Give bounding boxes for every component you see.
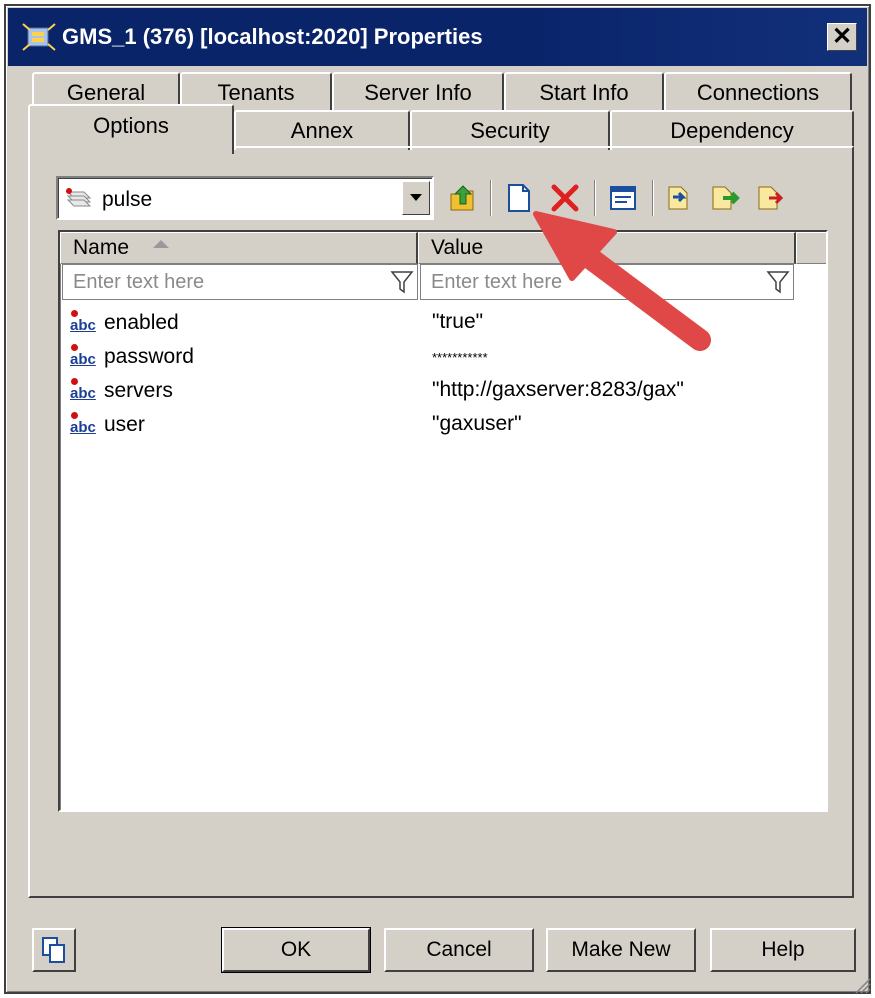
import-button[interactable] xyxy=(660,178,698,218)
table-row[interactable]: abc servers "http://gaxserver:8283/gax" xyxy=(60,374,826,408)
tab-label: General xyxy=(66,80,146,105)
column-header-name[interactable]: Name xyxy=(60,232,418,264)
tab-label: Security xyxy=(470,118,550,143)
resize-grip-icon[interactable] xyxy=(851,974,871,994)
tab-options[interactable]: Options xyxy=(28,104,234,154)
window-title: GMS_1 (376) [localhost:2020] Properties xyxy=(62,24,483,49)
table-row[interactable]: abc password *********** xyxy=(60,340,826,374)
tab-start-info[interactable]: Start Info xyxy=(504,72,664,112)
option-value: "gaxuser" xyxy=(432,412,522,435)
option-value: "http://gaxserver:8283/gax" xyxy=(432,378,684,401)
sort-ascending-icon xyxy=(153,240,169,248)
export-icon xyxy=(712,186,740,210)
new-option-button[interactable] xyxy=(500,178,538,218)
tab-security[interactable]: Security xyxy=(410,110,610,150)
toolbar-separator xyxy=(652,180,654,216)
value-filter-input[interactable]: Enter text here xyxy=(420,264,794,300)
close-button[interactable]: ✕ xyxy=(827,23,857,51)
tab-dependency[interactable]: Dependency xyxy=(610,110,854,150)
section-combo[interactable]: pulse xyxy=(56,176,434,220)
ok-button[interactable]: OK xyxy=(221,927,371,973)
string-option-icon: abc xyxy=(70,344,100,370)
options-grid: Name Value Enter text here Enter text he… xyxy=(58,230,828,812)
tab-label: Start Info xyxy=(539,80,629,105)
export-red-icon xyxy=(758,186,784,210)
button-label: Cancel xyxy=(426,938,492,961)
close-icon: ✕ xyxy=(831,23,853,50)
option-name: enabled xyxy=(104,311,179,334)
delete-option-button[interactable] xyxy=(546,178,584,218)
table-row[interactable]: abc user "gaxuser" xyxy=(60,408,826,442)
filter-placeholder: Enter text here xyxy=(431,271,563,293)
export-alt-button[interactable] xyxy=(752,178,790,218)
option-name: password xyxy=(104,345,194,368)
tab-label: Dependency xyxy=(670,118,794,143)
title-bar[interactable]: GMS_1 (376) [localhost:2020] Properties … xyxy=(8,8,867,66)
name-filter-input[interactable]: Enter text here xyxy=(62,264,418,300)
filter-funnel-icon[interactable] xyxy=(766,269,790,295)
column-header-label: Name xyxy=(73,236,130,259)
combo-dropdown-button[interactable] xyxy=(402,181,430,215)
export-button[interactable] xyxy=(706,178,744,218)
copy-button[interactable] xyxy=(32,928,76,972)
edit-properties-button[interactable] xyxy=(604,178,642,218)
copy-icon xyxy=(42,937,65,963)
filter-funnel-icon[interactable] xyxy=(390,269,414,295)
delete-icon xyxy=(551,184,579,212)
import-icon xyxy=(668,186,688,210)
chevron-down-icon xyxy=(410,194,422,201)
option-value: *********** xyxy=(432,350,488,365)
up-folder-icon xyxy=(450,185,474,211)
column-header-spacer xyxy=(796,232,826,264)
button-label: Make New xyxy=(571,938,671,961)
tab-annex[interactable]: Annex xyxy=(234,110,410,150)
toolbar-separator xyxy=(594,180,596,216)
toolbar-separator xyxy=(490,180,492,216)
tab-server-info[interactable]: Server Info xyxy=(332,72,504,112)
section-value: pulse xyxy=(102,188,153,211)
up-folder-button[interactable] xyxy=(444,178,482,218)
options-list: abc enabled "true" abc password **********… xyxy=(60,306,826,442)
option-name: servers xyxy=(104,379,173,402)
string-option-icon: abc xyxy=(70,378,100,404)
column-header-value[interactable]: Value xyxy=(418,232,796,264)
tab-connections[interactable]: Connections xyxy=(664,72,852,112)
help-button[interactable]: Help xyxy=(710,928,856,972)
button-label: Help xyxy=(761,938,805,961)
filter-placeholder: Enter text here xyxy=(73,271,205,293)
column-header-label: Value xyxy=(431,236,484,259)
cancel-button[interactable]: Cancel xyxy=(384,928,534,972)
table-row[interactable]: abc enabled "true" xyxy=(60,306,826,340)
stacked-sheets-icon xyxy=(64,188,94,210)
tab-label: Connections xyxy=(696,80,820,105)
server-app-icon xyxy=(22,22,56,52)
option-value: "true" xyxy=(432,310,484,333)
tab-label: Options xyxy=(93,113,169,138)
new-document-icon xyxy=(508,184,530,212)
option-name: user xyxy=(104,413,145,436)
make-new-button[interactable]: Make New xyxy=(546,928,696,972)
string-option-icon: abc xyxy=(70,412,100,438)
tab-label: Tenants xyxy=(217,80,295,105)
tab-label: Annex xyxy=(290,118,354,143)
string-option-icon: abc xyxy=(70,310,100,336)
button-label: OK xyxy=(280,938,312,961)
edit-properties-icon xyxy=(610,186,636,210)
tab-label: Server Info xyxy=(364,80,472,105)
